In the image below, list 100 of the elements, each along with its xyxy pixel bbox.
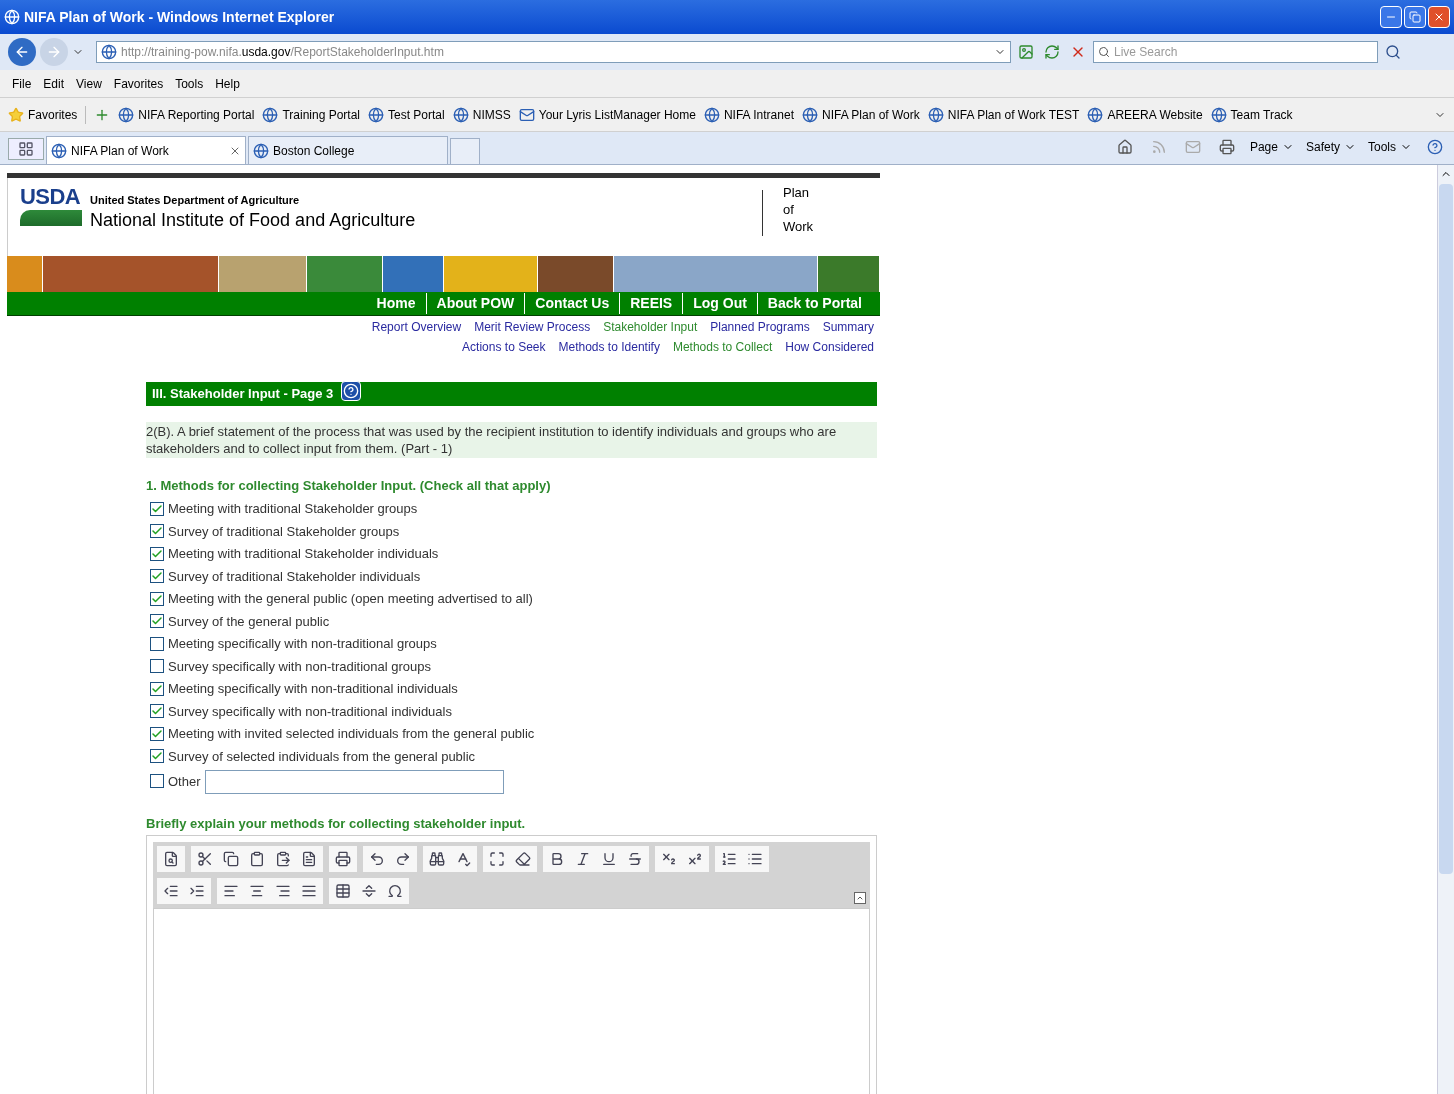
nav-link[interactable]: Contact Us (524, 293, 620, 314)
checkbox[interactable] (150, 591, 164, 606)
url-text: http://training-pow.nifa.usda.gov/ReportStakeholderInput.htm (121, 44, 444, 61)
favorite-link[interactable]: NIFA Plan of Work (801, 105, 920, 124)
checkbox[interactable] (150, 614, 164, 629)
nav-link[interactable]: Back to Portal (756, 293, 872, 314)
envelope-icon (518, 106, 535, 123)
collapse-toolbar-button[interactable] (854, 892, 866, 904)
checkbox[interactable] (150, 546, 164, 561)
statement-text: 2(B). A brief statement of the process that was used by the recipient institution to identify individuals and groups who are stakeholders and to collect input from them. (Part - 1) (146, 422, 877, 458)
paste-word-icon (301, 851, 317, 867)
command-menu[interactable]: Page (1249, 138, 1294, 156)
grid-icon (18, 141, 34, 157)
favorites-button[interactable]: Favorites (8, 105, 87, 124)
paste-icon (249, 851, 265, 867)
caret-icon (856, 894, 864, 902)
checkbox[interactable] (150, 501, 164, 516)
sub-nav-link[interactable]: Summary (822, 318, 874, 336)
minimize-button[interactable] (1380, 6, 1402, 28)
refresh-icon (1044, 44, 1060, 60)
favorite-link[interactable]: AREERA Website (1087, 105, 1203, 124)
menu-item[interactable]: Tools (171, 74, 208, 93)
undo-icon (369, 851, 385, 867)
favorite-link[interactable]: NIFA Intranet (703, 105, 794, 124)
other-input[interactable] (204, 769, 504, 794)
nav-link[interactable]: REEIS (619, 293, 683, 314)
justify-icon (301, 883, 317, 899)
favorite-link[interactable]: NIMSS (452, 105, 511, 124)
browser-icon (4, 9, 20, 25)
institute-name: National Institute of Food and Agriculture (90, 208, 416, 231)
nav-link[interactable]: Log Out (682, 293, 757, 314)
checkbox[interactable] (150, 524, 164, 539)
outdent-icon (163, 883, 179, 899)
favorite-link[interactable]: NIFA Plan of Work TEST (927, 105, 1080, 124)
scrollbar[interactable] (1437, 165, 1454, 1094)
sub-nav-link[interactable]: Actions to Seek (462, 338, 546, 356)
app-name: Plan of Work (783, 184, 815, 235)
command-menu[interactable]: Safety (1305, 138, 1356, 156)
checkbox[interactable] (150, 749, 164, 764)
nav-link[interactable]: About POW (425, 293, 525, 314)
checkbox[interactable] (150, 681, 164, 696)
help-icon (343, 383, 360, 399)
favorite-link[interactable]: Training Portal (262, 105, 360, 124)
menu-item[interactable]: File (8, 74, 36, 93)
question-heading: 1. Methods for collecting Stakeholder Input. (Check all that apply) (146, 477, 552, 495)
menu-item[interactable]: Help (211, 74, 244, 93)
sub-nav-link[interactable]: Planned Programs (710, 318, 810, 336)
sub-nav-link[interactable]: Report Overview (371, 318, 462, 336)
italic-icon (575, 851, 591, 867)
superscript-icon (687, 851, 703, 867)
underline-icon (601, 851, 617, 867)
feeds-icon (1150, 139, 1167, 155)
address-field[interactable]: http://training-pow.nifa.usda.gov/ReportStakeholderInput.htm (96, 41, 1011, 63)
checkbox-label: Meeting specifically with non-traditional groups (168, 635, 437, 653)
sub-nav-link[interactable]: Stakeholder Input (603, 318, 698, 336)
browser-tab[interactable]: NIFA Plan of Work (46, 136, 246, 164)
preview-icon (163, 851, 179, 867)
favorite-link[interactable]: Test Portal (368, 105, 445, 124)
bulleted-list-icon (747, 851, 763, 867)
favorite-link[interactable]: Team Track (1210, 105, 1293, 124)
home-icon (1116, 139, 1133, 155)
menu-item[interactable]: View (72, 74, 106, 93)
align-center-icon (249, 883, 265, 899)
sub-nav-link[interactable]: Methods to Identify (558, 338, 660, 356)
check-icon (151, 547, 163, 560)
quick-tabs-button[interactable] (8, 138, 44, 160)
globe-icon (703, 106, 720, 123)
checkbox[interactable] (150, 773, 164, 788)
checkbox[interactable] (150, 726, 164, 741)
close-button[interactable] (1428, 6, 1450, 28)
search-field[interactable]: Live Search (1093, 41, 1378, 63)
checkbox-label: Survey of selected individuals from the general public (168, 747, 476, 766)
sub-nav-link[interactable]: How Considered (785, 338, 874, 356)
command-menu[interactable]: Tools (1368, 138, 1412, 156)
check-icon (151, 727, 163, 740)
checkbox-label: Survey of traditional Stakeholder groups (168, 522, 400, 541)
help-button[interactable] (341, 381, 362, 401)
favorite-link[interactable]: Your Lyris ListManager Home (518, 105, 696, 124)
paste-text-icon (275, 851, 291, 867)
browser-tab[interactable]: Boston College (248, 136, 448, 164)
check-icon (151, 682, 163, 695)
back-button[interactable] (8, 38, 36, 66)
nav-link[interactable]: Home (366, 293, 426, 314)
checkbox[interactable] (150, 636, 164, 651)
close-icon (1433, 11, 1445, 23)
sub-nav-link[interactable]: Merit Review Process (474, 318, 591, 336)
menu-item[interactable]: Favorites (109, 74, 168, 93)
menu-item[interactable]: Edit (39, 74, 69, 93)
restore-button[interactable] (1404, 6, 1426, 28)
print-icon (335, 851, 351, 867)
favorite-link[interactable]: NIFA Reporting Portal (118, 105, 255, 124)
checkbox[interactable] (150, 659, 164, 674)
checkbox[interactable] (150, 569, 164, 584)
star-icon (8, 106, 24, 123)
checkbox-label: Meeting with traditional Stakeholder groups (168, 500, 418, 518)
checkbox-label: Meeting with the general public (open meeting advertised to all) (168, 590, 533, 608)
usda-logo: USDA (20, 186, 82, 226)
checkbox[interactable] (150, 704, 164, 719)
sub-nav-link[interactable]: Methods to Collect (672, 338, 773, 356)
align-right-icon (275, 883, 291, 899)
